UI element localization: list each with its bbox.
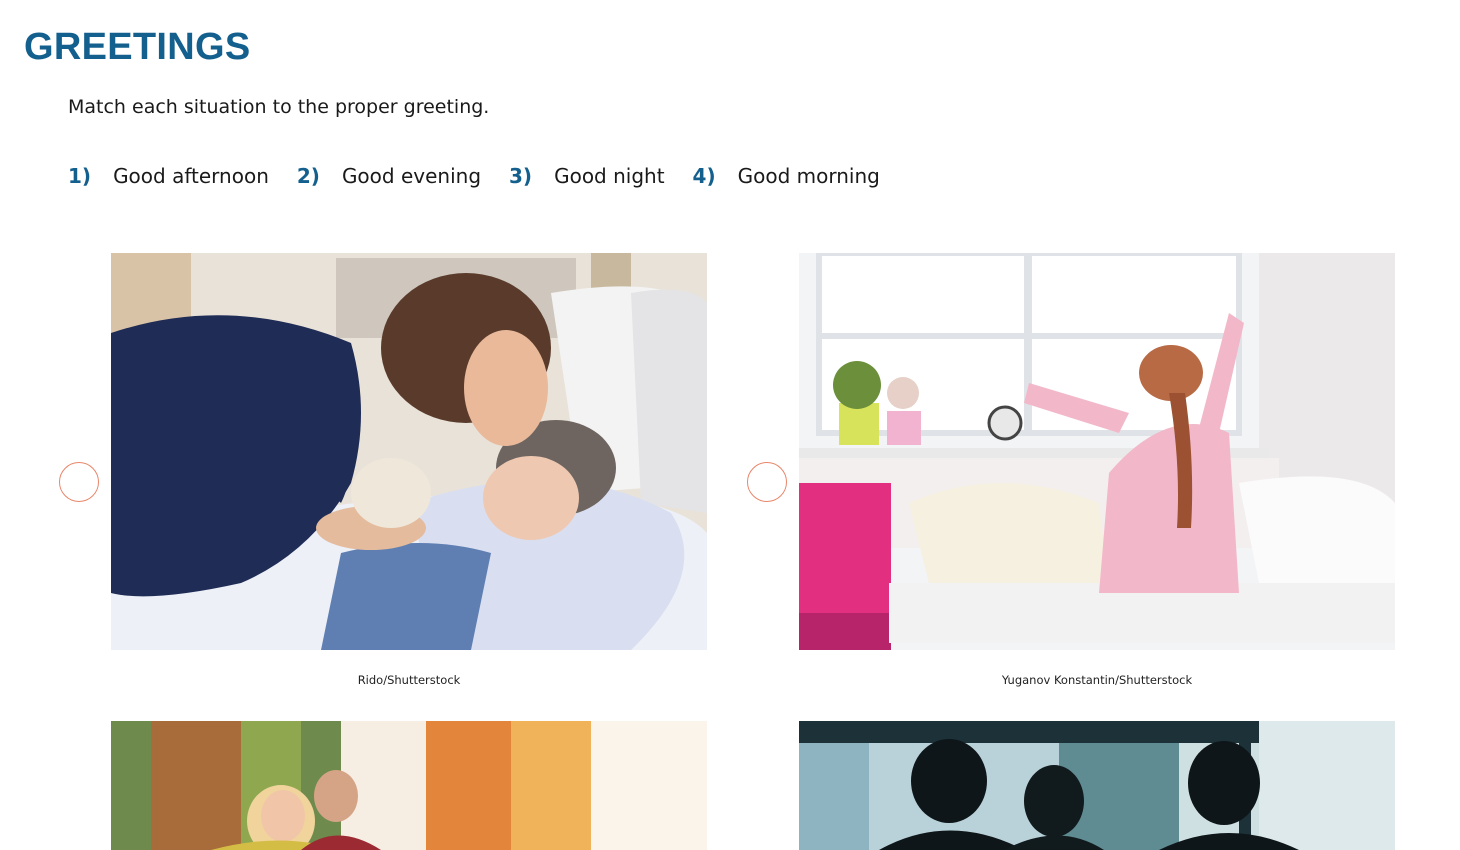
option-label: Good night (554, 164, 665, 188)
photo-credit: Yuganov Konstantin/Shutterstock (1001, 673, 1193, 687)
photo-credit: Rido/Shutterstock (357, 673, 461, 687)
option-1: 1) Good afternoon (68, 164, 269, 188)
option-number: 4) (692, 164, 716, 188)
answer-circle-1[interactable] (59, 462, 99, 502)
option-label: Good evening (341, 164, 482, 188)
photo-friends-outdoors (111, 721, 707, 850)
photo-mother-kissing-child (111, 253, 707, 650)
option-number: 3) (509, 164, 533, 188)
option-4: 4) Good morning (693, 164, 880, 188)
photo-business-silhouettes (799, 721, 1395, 850)
instruction-text: Match each situation to the proper greet… (68, 96, 490, 118)
page-title: GREETINGS (24, 26, 251, 68)
option-2: 2) Good evening (297, 164, 481, 188)
photo-girl-waking-up (799, 253, 1395, 650)
option-number: 2) (296, 164, 320, 188)
answer-circle-2[interactable] (747, 462, 787, 502)
option-label: Good morning (737, 164, 880, 188)
option-3: 3) Good night (509, 164, 665, 188)
greeting-options: 1) Good afternoon 2) Good evening 3) Goo… (68, 164, 908, 188)
page: GREETINGS Match each situation to the pr… (0, 0, 1460, 850)
option-number: 1) (68, 164, 92, 188)
option-label: Good afternoon (113, 164, 269, 188)
